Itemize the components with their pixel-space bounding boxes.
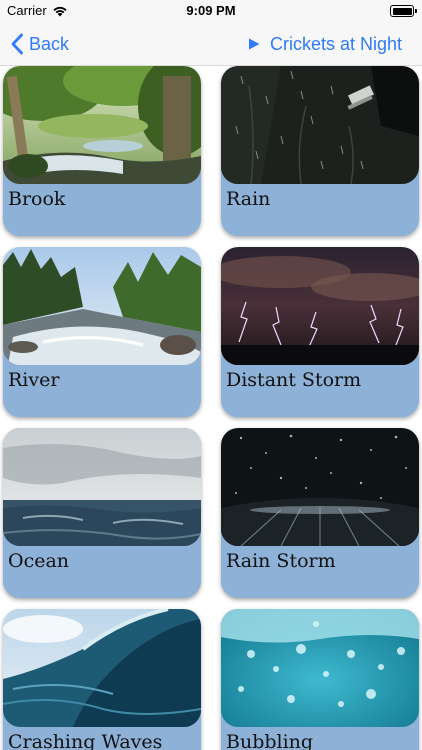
status-time: 9:09 PM [186,3,236,18]
now-playing-label: Crickets at Night [269,33,402,54]
rain-storm-image [221,428,419,546]
sound-card-brook[interactable]: Brook [3,66,201,236]
back-label: Back [29,33,70,54]
play-icon [248,38,260,50]
brook-image [3,66,201,184]
chevron-left-icon [11,33,23,55]
bubbling-image [221,609,419,727]
sound-card-ocean[interactable]: Ocean [3,428,201,598]
sound-card-label: Rain [226,188,271,210]
sound-card-rain-storm[interactable]: Rain Storm [221,428,419,598]
status-bar: Carrier 9:09 PM [0,0,422,22]
sound-grid: Brook Rain River Distant Storm Ocean Rai… [0,66,422,750]
navigation-bar: Back Crickets at Night [0,22,422,66]
ocean-image [3,428,201,546]
sound-card-rain[interactable]: Rain [221,66,419,236]
sound-card-label: Distant Storm [226,369,362,391]
rain-image [221,66,419,184]
sound-card-label: Rain Storm [226,550,336,572]
sound-card-label: Crashing Waves [8,731,163,750]
now-playing-button[interactable]: Crickets at Night [248,30,402,58]
back-button[interactable]: Back [10,30,69,58]
river-image [3,247,201,365]
sound-card-distant-storm[interactable]: Distant Storm [221,247,419,417]
sound-card-label: Brook [8,188,66,210]
battery-icon [390,5,417,17]
distant-storm-image [221,247,419,365]
crashing-waves-image [3,609,201,727]
sound-card-label: Ocean [8,550,70,572]
sound-card-crashing-waves[interactable]: Crashing Waves [3,609,201,750]
sound-card-river[interactable]: River [3,247,201,417]
sound-card-bubbling[interactable]: Bubbling [221,609,419,750]
sound-card-label: Bubbling [226,731,314,750]
sound-card-label: River [8,369,60,391]
